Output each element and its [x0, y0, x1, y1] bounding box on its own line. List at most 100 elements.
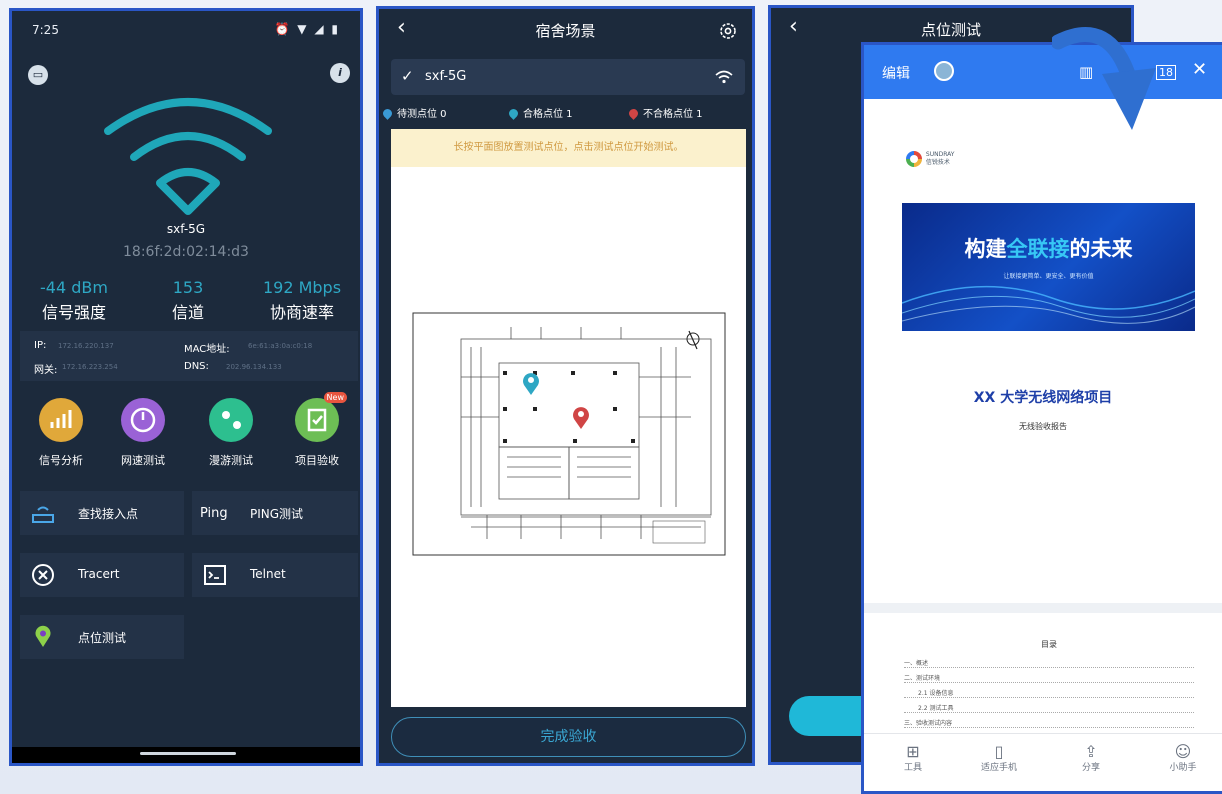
cover-banner: 构建全联接的未来 让联接更简单、更安全、更有价值 — [902, 203, 1195, 331]
speedometer-icon — [121, 398, 165, 442]
channel-stat: 153 信道 — [146, 278, 230, 323]
failed-pin-icon — [627, 107, 640, 120]
page-separator — [864, 603, 1222, 613]
ping-icon: Ping — [200, 506, 228, 521]
phone-dorm-scene: ‹ 宿舍场景 ✓ sxf-5G 待测点位 0 合格点位 1 不合格点位 1 长按… — [376, 6, 755, 766]
document-page[interactable]: SUNDRAY 信锐技术 构建全联接的未来 让联接更简单、更安全、更有价值 XX… — [864, 99, 1222, 739]
toc-item: 三、验收测试内容 — [904, 718, 1194, 728]
info-icon[interactable]: i — [330, 63, 350, 83]
tool-label: 项目验收 — [295, 454, 339, 467]
close-icon[interactable]: ✕ — [1192, 59, 1207, 80]
gateway-value: 172.16.223.254 — [62, 363, 118, 371]
tool-label: 网速测试 — [121, 454, 165, 467]
legend-pending: 待测点位 0 — [381, 105, 447, 120]
checklist-icon: New — [295, 392, 347, 442]
transition-arrow-icon — [1052, 27, 1156, 130]
card-tracert[interactable]: Tracert — [20, 553, 184, 597]
card-find-ap[interactable]: 查找接入点 — [20, 491, 184, 535]
report-document-viewer: 编辑 ▥ 18 ✕ SUNDRAY 信锐技术 构建全联接的未来 让联接更简单、更… — [861, 42, 1222, 794]
card-point-test[interactable]: 点位测试 — [20, 615, 184, 659]
card-ping-test[interactable]: Ping PING测试 — [192, 491, 358, 535]
floor-plan-canvas[interactable] — [391, 167, 746, 707]
ssid-row[interactable]: ✓ sxf-5G — [391, 59, 745, 95]
stat-label: 协商速率 — [269, 303, 334, 322]
document-bottom-toolbar: ⊞ 工具 ▯ 适应手机 ⇪ 分享 ☺ 小助手 — [864, 733, 1222, 791]
ssid-label: sxf-5G — [425, 69, 467, 84]
toc-item: 一、概述 — [904, 658, 1194, 668]
complete-acceptance-button[interactable]: 完成验收 — [391, 717, 746, 757]
tool-speed-test[interactable]: 网速测试 — [108, 398, 178, 468]
banner-waves — [902, 285, 1195, 324]
page-title: 宿舍场景 — [535, 22, 596, 40]
card-label: Tracert — [78, 567, 120, 581]
toc-item: 2.2 测试工具 — [904, 703, 1194, 713]
status-time: 7:25 — [32, 23, 59, 37]
logo-icon — [906, 151, 922, 167]
status-icons: ⏰ ▼ ◢ ▮ — [274, 22, 340, 36]
fit-phone-button[interactable]: ▯ 适应手机 — [964, 742, 1034, 773]
floor-plan[interactable] — [391, 167, 746, 707]
instruction-banner: 长按平面图放置测试点位，点击测试点位开始测试。 — [391, 129, 746, 167]
tool-signal-analysis[interactable]: 信号分析 — [26, 398, 96, 468]
tracert-icon — [32, 564, 54, 586]
tools-button[interactable]: ⊞ 工具 — [878, 742, 948, 773]
message-icon[interactable]: ▭ — [28, 65, 48, 85]
dns-label: DNS: — [184, 361, 209, 372]
roaming-icon — [209, 398, 253, 442]
back-icon[interactable]: ‹ — [789, 14, 798, 39]
wifi-icon — [715, 70, 733, 84]
signal-strength-stat: -44 dBm 信号强度 — [28, 278, 120, 323]
card-telnet[interactable]: Telnet — [192, 553, 358, 597]
logo-text-cn: 信锐技术 — [925, 159, 950, 166]
nav-bar: ‹ 宿舍场景 — [379, 9, 752, 53]
legend-failed: 不合格点位 1 — [627, 105, 703, 120]
page-title: 点位测试 — [921, 21, 982, 39]
location-pin-icon — [35, 625, 51, 647]
card-label: Telnet — [250, 567, 286, 581]
rate-stat: 192 Mbps 协商速率 — [250, 278, 354, 323]
toc-item: 2.1 设备信息 — [904, 688, 1194, 698]
assistant-button[interactable]: ☺ 小助手 — [1148, 742, 1218, 773]
gateway-label: 网关: — [34, 365, 58, 376]
tool-label: 信号分析 — [39, 454, 83, 467]
assistant-icon: ☺ — [1174, 742, 1192, 761]
edit-button[interactable]: 编辑 — [882, 63, 910, 83]
ip-label: IP: — [34, 340, 47, 351]
settings-icon[interactable] — [718, 21, 738, 41]
banner-title: 构建全联接的未来 — [964, 237, 1133, 261]
card-label: 查找接入点 — [78, 507, 139, 521]
card-label: 点位测试 — [78, 631, 127, 645]
stat-label: 信道 — [171, 303, 204, 322]
stat-value: 192 Mbps — [262, 278, 342, 297]
point-legend: 待测点位 0 合格点位 1 不合格点位 1 — [379, 101, 752, 123]
card-label: PING测试 — [250, 507, 304, 521]
avatar[interactable] — [934, 61, 954, 81]
router-icon — [32, 506, 54, 523]
document-toolbar: 编辑 ▥ 18 ✕ — [864, 45, 1222, 99]
wifi-signal-icon — [104, 98, 272, 215]
tool-roaming-test[interactable]: 漫游测试 — [196, 398, 266, 468]
share-button[interactable]: ⇪ 分享 — [1056, 742, 1126, 773]
ip-value: 172.16.220.137 — [58, 342, 114, 350]
ssid-label: sxf-5G — [166, 222, 206, 236]
new-badge: New — [323, 392, 347, 403]
banner-subtitle: 让联接更简单、更安全、更有价值 — [1003, 273, 1094, 280]
share-icon: ⇪ — [1084, 742, 1098, 761]
stat-label: 信号强度 — [41, 303, 106, 322]
project-title: XX 大学无线网络项目 — [973, 390, 1113, 406]
logo-text-en: SUNDRAY — [925, 151, 955, 158]
sundray-logo: SUNDRAY 信锐技术 — [904, 149, 954, 169]
toc-item: 二、测试环境 — [904, 673, 1194, 683]
tool-label: 漫游测试 — [209, 454, 253, 467]
grid-icon: ⊞ — [906, 742, 920, 761]
tool-project-acceptance[interactable]: New 项目验收 — [282, 392, 352, 468]
stat-value: -44 dBm — [40, 278, 108, 297]
status-bar: 7:25 ⏰ ▼ ◢ ▮ — [12, 11, 360, 45]
phone-fit-icon: ▯ — [994, 742, 1004, 761]
passed-pin-icon — [507, 107, 520, 120]
legend-passed: 合格点位 1 — [507, 105, 573, 120]
bssid-label: 18:6f:2d:02:14:d3 — [123, 244, 249, 260]
pending-pin-icon — [381, 107, 394, 120]
home-indicator — [12, 747, 360, 763]
report-subtitle: 无线验收报告 — [1019, 422, 1067, 431]
